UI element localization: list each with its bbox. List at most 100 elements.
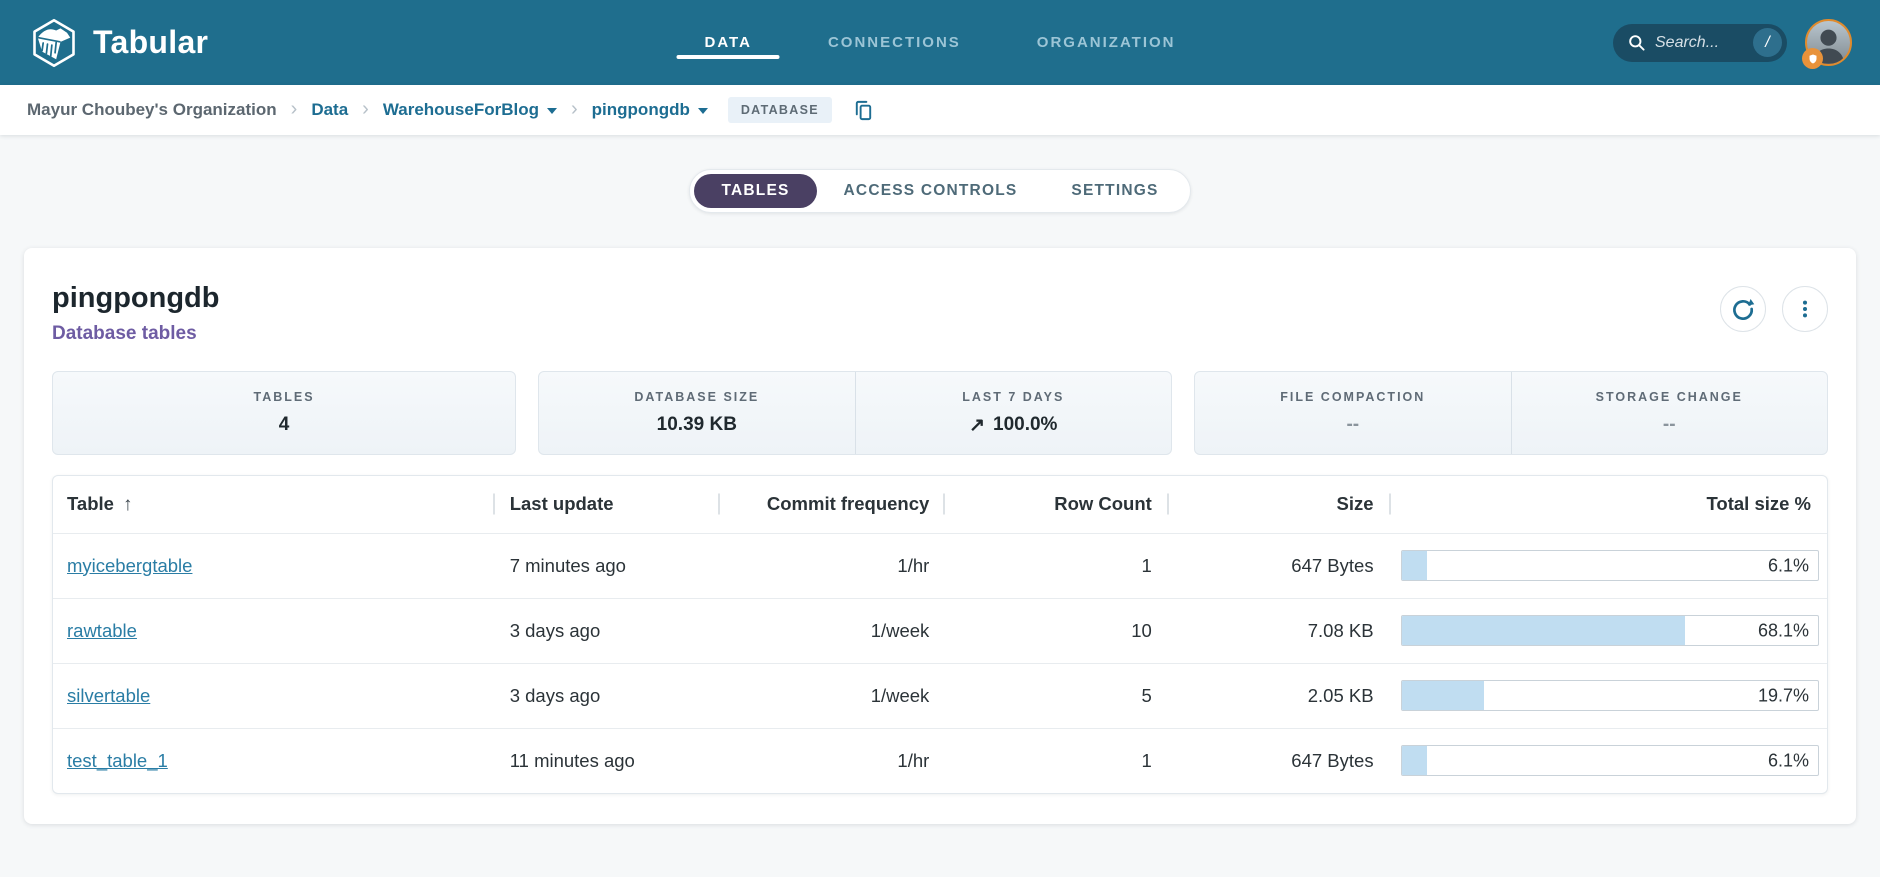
trend-up-icon: ↗ bbox=[969, 414, 986, 436]
breadcrumb-warehouse-label: WarehouseForBlog bbox=[382, 100, 539, 119]
section-tabs: TABLES ACCESS CONTROLS SETTINGS bbox=[689, 169, 1191, 213]
table-row: rawtable 3 days ago 1/week 10 7.08 KB 68.1% bbox=[53, 597, 1827, 663]
table-link[interactable]: test_table_1 bbox=[67, 750, 168, 771]
stat-label: STORAGE CHANGE bbox=[1595, 390, 1743, 404]
stat-label: FILE COMPACTION bbox=[1280, 390, 1426, 404]
column-header-commit-frequency[interactable]: Commit frequency bbox=[720, 476, 945, 533]
table-row: silvertable 3 days ago 1/week 5 2.05 KB 19.7% bbox=[53, 662, 1827, 728]
search-box[interactable]: / bbox=[1613, 23, 1787, 62]
breadcrumb-data-link[interactable]: Data bbox=[311, 100, 348, 120]
refresh-button[interactable] bbox=[1720, 286, 1766, 332]
total-size-bar: 6.1% bbox=[1400, 745, 1819, 777]
nav-item-data[interactable]: DATA bbox=[667, 0, 790, 85]
copy-icon[interactable] bbox=[852, 99, 875, 122]
stat-label: TABLES bbox=[253, 390, 315, 404]
table-link[interactable]: rawtable bbox=[67, 620, 137, 641]
column-header-size[interactable]: Size bbox=[1169, 476, 1391, 533]
kebab-menu-icon bbox=[1794, 298, 1816, 320]
caret-down-icon bbox=[547, 108, 557, 114]
cell-table-name: myicebergtable bbox=[53, 532, 495, 598]
tab-tables[interactable]: TABLES bbox=[694, 174, 817, 208]
breadcrumb-warehouse-dropdown[interactable]: WarehouseForBlog bbox=[383, 100, 557, 120]
shield-badge-icon bbox=[1802, 48, 1823, 69]
breadcrumb: Mayur Choubey's Organization › Data › Wa… bbox=[0, 85, 1880, 135]
breadcrumb-database-dropdown[interactable]: pingpongdb bbox=[592, 100, 708, 120]
table-header-row: Table ↑ Last update Commit frequency Row … bbox=[53, 476, 1827, 533]
primary-nav: DATA CONNECTIONS ORGANIZATION bbox=[667, 0, 1214, 85]
stat-file-compaction: FILE COMPACTION -- bbox=[1195, 372, 1510, 454]
stat-last-7-days: LAST 7 DAYS ↗ 100.0% bbox=[854, 372, 1171, 454]
cell-table-name: rawtable bbox=[53, 597, 495, 663]
column-header-last-update[interactable]: Last update bbox=[495, 476, 720, 533]
user-avatar[interactable] bbox=[1802, 19, 1852, 69]
stat-value: 4 bbox=[278, 414, 290, 435]
chevron-right-icon: › bbox=[290, 97, 298, 120]
tabular-logo-icon bbox=[28, 17, 80, 69]
database-card: pingpongdb Database tables TABLES 4 DATA… bbox=[24, 248, 1856, 824]
cell-commit-frequency: 1/hr bbox=[720, 727, 946, 793]
total-size-bar: 6.1% bbox=[1400, 550, 1819, 581]
top-navigation-bar: Tabular DATA CONNECTIONS ORGANIZATION / bbox=[0, 0, 1880, 85]
cell-total-size: 68.1% bbox=[1390, 597, 1827, 663]
cell-table-name: silvertable bbox=[53, 662, 495, 728]
stat-value: 100.0% bbox=[993, 414, 1058, 435]
cell-last-update: 3 days ago bbox=[494, 597, 721, 663]
header-actions bbox=[1720, 286, 1828, 332]
total-size-bar-fill bbox=[1401, 551, 1427, 580]
database-type-badge: DATABASE bbox=[727, 97, 832, 123]
chevron-right-icon: › bbox=[571, 97, 578, 120]
tab-access-controls[interactable]: ACCESS CONTROLS bbox=[817, 174, 1045, 208]
cell-table-name: test_table_1 bbox=[53, 727, 495, 793]
total-size-label: 19.7% bbox=[1757, 685, 1809, 705]
cell-size: 2.05 KB bbox=[1168, 662, 1391, 728]
search-icon bbox=[1627, 33, 1646, 52]
table-link[interactable]: silvertable bbox=[67, 685, 150, 706]
breadcrumb-database-label: pingpongdb bbox=[591, 100, 690, 119]
tabular-logo[interactable]: Tabular bbox=[28, 17, 208, 69]
card-header: pingpongdb Database tables bbox=[52, 282, 1828, 345]
chevron-right-icon: › bbox=[362, 97, 369, 120]
stat-value: -- bbox=[1346, 414, 1360, 435]
cell-commit-frequency: 1/week bbox=[720, 662, 946, 728]
table-row: test_table_1 11 minutes ago 1/hr 1 647 Bytes… bbox=[53, 727, 1827, 793]
cell-last-update: 3 days ago bbox=[494, 662, 721, 728]
stat-card-maintenance: FILE COMPACTION -- STORAGE CHANGE -- bbox=[1194, 371, 1828, 455]
total-size-bar: 19.7% bbox=[1400, 680, 1819, 711]
total-size-bar-fill bbox=[1401, 746, 1427, 776]
search-input[interactable] bbox=[1655, 33, 1741, 52]
brand-name: Tabular bbox=[93, 24, 209, 60]
more-options-button[interactable] bbox=[1782, 286, 1828, 332]
stat-value: 10.39 KB bbox=[656, 414, 737, 435]
stat-tables: TABLES 4 bbox=[53, 372, 515, 454]
breadcrumb-organization: Mayur Choubey's Organization bbox=[27, 100, 277, 119]
refresh-icon bbox=[1730, 296, 1756, 322]
cell-size: 7.08 KB bbox=[1168, 597, 1391, 663]
stat-database-size: DATABASE SIZE 10.39 KB bbox=[539, 372, 854, 454]
cell-total-size: 19.7% bbox=[1390, 662, 1827, 728]
page-title: pingpongdb bbox=[52, 282, 220, 314]
total-size-bar-fill bbox=[1401, 616, 1686, 645]
stat-label: DATABASE SIZE bbox=[634, 390, 760, 404]
tables-body: myicebergtable 7 minutes ago 1/hr 1 647 Byte… bbox=[53, 532, 1827, 793]
tab-settings[interactable]: SETTINGS bbox=[1044, 174, 1185, 208]
nav-item-organization[interactable]: ORGANIZATION bbox=[999, 0, 1214, 85]
total-size-bar-fill bbox=[1401, 681, 1484, 710]
cell-commit-frequency: 1/week bbox=[720, 597, 946, 663]
column-header-total-size[interactable]: Total size % bbox=[1391, 476, 1827, 533]
caret-down-icon bbox=[697, 108, 708, 114]
total-size-label: 6.1% bbox=[1767, 555, 1809, 575]
stats-row: TABLES 4 DATABASE SIZE 10.39 KB LAST 7 D… bbox=[52, 371, 1828, 455]
column-header-row-count[interactable]: Row Count bbox=[945, 476, 1169, 533]
tables-table: Table ↑ Last update Commit frequency Row … bbox=[52, 475, 1828, 794]
stat-storage-change: STORAGE CHANGE -- bbox=[1510, 372, 1827, 454]
stat-label: LAST 7 DAYS bbox=[962, 389, 1065, 404]
column-header-table[interactable]: Table ↑ bbox=[53, 476, 495, 533]
nav-item-connections[interactable]: CONNECTIONS bbox=[790, 0, 999, 85]
total-size-label: 68.1% bbox=[1757, 620, 1809, 640]
cell-row-count: 1 bbox=[945, 727, 1169, 793]
table-link[interactable]: myicebergtable bbox=[67, 555, 192, 576]
table-row: myicebergtable 7 minutes ago 1/hr 1 647 Byte… bbox=[53, 532, 1827, 598]
cell-commit-frequency: 1/hr bbox=[720, 532, 946, 598]
cell-last-update: 11 minutes ago bbox=[494, 727, 721, 793]
total-size-bar: 68.1% bbox=[1400, 615, 1819, 646]
